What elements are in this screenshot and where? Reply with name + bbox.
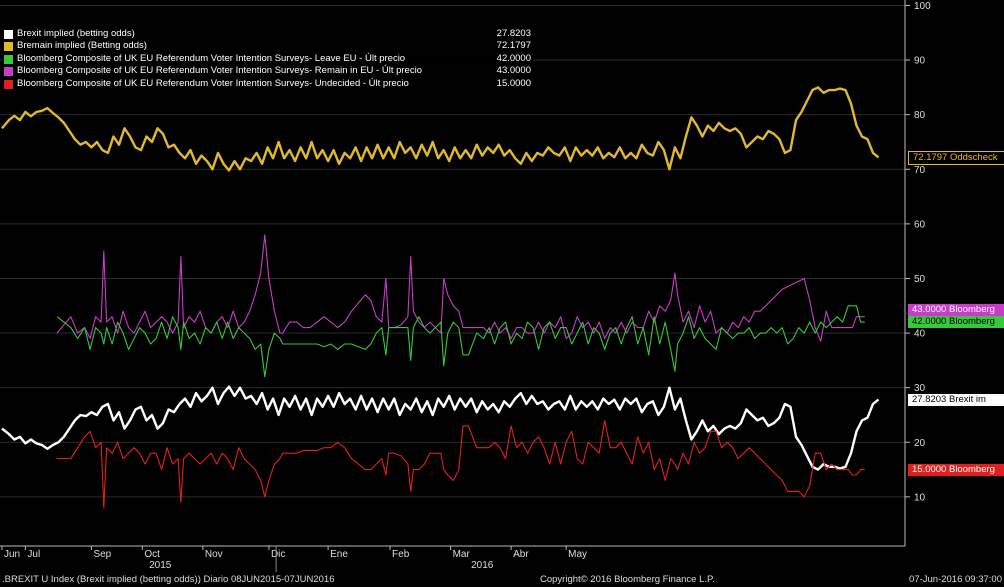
y-tick-label: 30 (914, 383, 926, 394)
legend-value-leave: 42.0000 (496, 52, 531, 64)
legend-label-brexit: Brexit implied (betting odds) (17, 28, 135, 39)
x-tick-label: Ene (330, 549, 348, 560)
last-value-tag-undecided: 15.0000 Bloomberg (908, 463, 1004, 476)
legend-swatch-bremain (4, 42, 13, 52)
footer: .BREXIT U Index (Brexit implied (betting… (0, 573, 1004, 587)
legend-label-undecided: Bloomberg Composite of UK EU Referendum … (17, 77, 409, 89)
legend-value-undecided: 15.0000 (496, 77, 531, 89)
y-tick-label: 100 (914, 1, 931, 12)
footer-timestamp: 07-Jun-2016 09:37:00 (909, 574, 1002, 585)
legend-value-remain: 43.0000 (496, 65, 531, 77)
y-tick-label: 40 (914, 329, 926, 340)
y-tick-label: 20 (914, 438, 926, 449)
y-tick-label: 70 (914, 165, 926, 176)
footer-copyright: Copyright© 2016 Bloomberg Finance L.P. (540, 574, 715, 585)
series-line-3 (1, 385, 880, 471)
x-tick-label: Feb (392, 549, 410, 560)
legend-item-remain: Bloomberg Composite of UK EU Referendum … (3, 65, 533, 77)
x-tick-label: Mar (453, 549, 471, 560)
legend-item-brexit: Brexit implied (betting odds) 27.8203 (3, 28, 533, 40)
y-tick-label: 10 (914, 492, 926, 503)
legend-value-brexit: 27.8203 (496, 28, 531, 39)
series-line-0 (1, 86, 880, 172)
legend-swatch-undecided (4, 79, 13, 89)
year-label: 2016 (471, 560, 494, 571)
series-layer (1, 86, 880, 509)
legend-label-bremain: Bremain implied (Betting odds) (17, 40, 147, 52)
legend-swatch-brexit (4, 30, 13, 39)
legend-label-remain: Bloomberg Composite of UK EU Referendum … (17, 65, 422, 77)
x-tick-label: Jun (4, 549, 20, 560)
x-tick-label: Sep (93, 549, 111, 560)
x-tick-label: Jul (27, 549, 40, 560)
legend-swatch-leave (4, 54, 13, 64)
y-tick-label: 50 (914, 274, 926, 285)
x-tick-label: Oct (144, 549, 160, 560)
legend-swatch-remain (4, 67, 13, 77)
legend-value-bremain: 72.1797 (496, 40, 531, 52)
x-tick-label: Abr (513, 549, 529, 560)
last-value-tag-brexit: 27.8203 Brexit im (908, 393, 1004, 406)
legend-item-bremain: Bremain implied (Betting odds) 72.1797 (3, 40, 533, 52)
legend-label-leave: Bloomberg Composite of UK EU Referendum … (17, 52, 406, 64)
legend-item-undecided: Bloomberg Composite of UK EU Referendum … (3, 78, 533, 90)
last-value-tag-leave: 42.0000 Bloomberg (908, 316, 1004, 329)
y-tick-label: 60 (914, 219, 926, 230)
y-tick-label: 80 (914, 110, 926, 121)
legend: Brexit implied (betting odds) 27.8203 Br… (3, 28, 533, 94)
x-tick-label: May (568, 549, 587, 560)
series-line-4 (57, 419, 865, 509)
x-tick-label: Dic (271, 549, 285, 560)
footer-index-info: .BREXIT U Index (Brexit implied (betting… (2, 574, 335, 585)
x-tick-label: Nov (205, 549, 223, 560)
series-line-1 (56, 234, 865, 342)
y-tick-label: 90 (914, 56, 926, 67)
legend-item-leave: Bloomberg Composite of UK EU Referendum … (3, 53, 533, 65)
last-value-tag-remain: 43.0000 Bloomberg (908, 303, 1004, 316)
year-label: 2015 (149, 560, 172, 571)
last-value-tag-bremain: 72.1797 Oddscheck (908, 151, 1004, 166)
